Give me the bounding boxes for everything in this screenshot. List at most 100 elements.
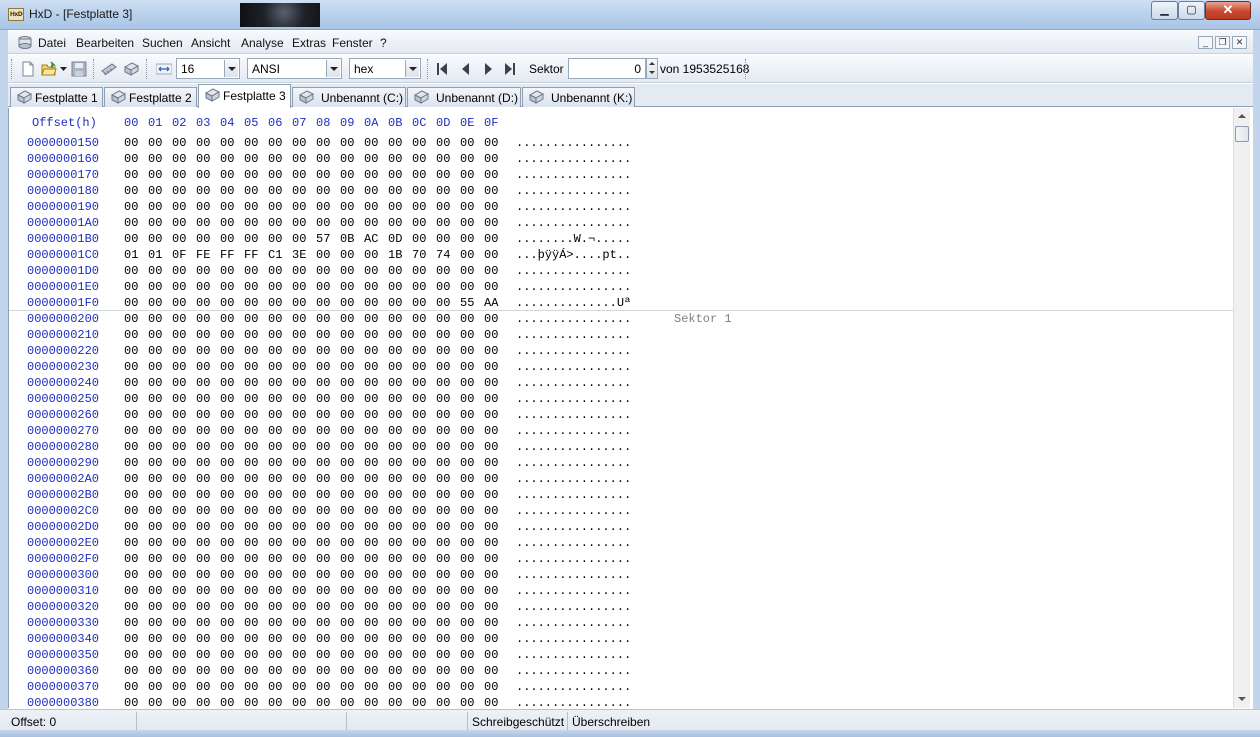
hex-byte[interactable]: 00 bbox=[244, 136, 258, 150]
tab-festplatte-3[interactable]: Festplatte 3 bbox=[198, 84, 291, 108]
hex-byte[interactable]: 00 bbox=[388, 392, 402, 406]
hex-byte[interactable]: 00 bbox=[316, 424, 330, 438]
hex-byte[interactable]: 00 bbox=[268, 472, 282, 486]
hex-byte[interactable]: 00 bbox=[340, 344, 354, 358]
hex-row[interactable]: 0000000250 00 00 00 00 00 00 00 00 00 00 00 00 00 00 00… bbox=[9, 390, 1229, 406]
hex-byte[interactable]: 00 bbox=[388, 264, 402, 278]
hex-byte[interactable]: 00 bbox=[124, 504, 138, 518]
hex-byte[interactable]: 00 bbox=[364, 344, 378, 358]
ascii-text[interactable]: ................ bbox=[516, 600, 631, 614]
hex-byte[interactable]: 00 bbox=[316, 456, 330, 470]
hex-byte[interactable]: 0D bbox=[388, 232, 402, 246]
hex-byte[interactable]: 00 bbox=[364, 152, 378, 166]
hex-byte[interactable]: 00 bbox=[292, 616, 306, 630]
hex-byte[interactable]: 00 bbox=[124, 456, 138, 470]
hex-byte[interactable]: 00 bbox=[436, 168, 450, 182]
hex-byte[interactable]: 00 bbox=[172, 632, 186, 646]
hex-byte[interactable]: 00 bbox=[148, 200, 162, 214]
hex-row[interactable]: 0000000160 00 00 00 00 00 00 00 00 00 00 00 00 00 00 00… bbox=[9, 150, 1229, 166]
hex-byte[interactable]: 00 bbox=[148, 568, 162, 582]
ascii-text[interactable]: ................ bbox=[516, 280, 631, 294]
hex-byte[interactable]: 00 bbox=[388, 408, 402, 422]
hex-byte[interactable]: 00 bbox=[436, 680, 450, 694]
hex-byte[interactable]: 00 bbox=[268, 344, 282, 358]
hex-byte[interactable]: 00 bbox=[148, 216, 162, 230]
hex-byte[interactable]: 00 bbox=[316, 536, 330, 550]
hex-byte[interactable]: 00 bbox=[364, 312, 378, 326]
hex-byte[interactable]: 00 bbox=[220, 408, 234, 422]
hex-byte[interactable]: 00 bbox=[220, 312, 234, 326]
hex-byte[interactable]: 00 bbox=[244, 360, 258, 374]
hex-byte[interactable]: 00 bbox=[364, 424, 378, 438]
hex-byte[interactable]: 00 bbox=[220, 168, 234, 182]
disk-icon[interactable] bbox=[123, 61, 139, 77]
hex-byte[interactable]: 00 bbox=[388, 152, 402, 166]
tab-unbenannt-k[interactable]: Unbenannt (K:) bbox=[522, 87, 635, 107]
hex-byte[interactable]: 00 bbox=[484, 136, 498, 150]
hex-byte[interactable]: 00 bbox=[388, 504, 402, 518]
hex-byte[interactable]: 00 bbox=[484, 248, 498, 262]
hex-byte[interactable]: 0B bbox=[340, 232, 354, 246]
hex-byte[interactable]: 00 bbox=[124, 664, 138, 678]
hex-byte[interactable]: 00 bbox=[244, 232, 258, 246]
hex-byte[interactable]: 00 bbox=[196, 616, 210, 630]
next-sector-icon[interactable] bbox=[482, 62, 494, 76]
hex-byte[interactable]: 00 bbox=[244, 280, 258, 294]
hex-byte[interactable]: 00 bbox=[148, 440, 162, 454]
hex-byte[interactable]: 00 bbox=[436, 488, 450, 502]
hex-byte[interactable]: 00 bbox=[412, 472, 426, 486]
hex-byte[interactable]: 00 bbox=[268, 456, 282, 470]
hex-byte[interactable]: 00 bbox=[436, 232, 450, 246]
hex-row[interactable]: 0000000380 00 00 00 00 00 00 00 00 00 00 00 00 00 00 00… bbox=[9, 694, 1229, 708]
hex-row[interactable]: 0000000360 00 00 00 00 00 00 00 00 00 00 00 00 00 00 00… bbox=[9, 662, 1229, 678]
hex-byte[interactable]: 00 bbox=[292, 184, 306, 198]
hex-byte[interactable]: 00 bbox=[340, 472, 354, 486]
hex-byte[interactable]: 00 bbox=[484, 184, 498, 198]
hex-byte[interactable]: 00 bbox=[364, 664, 378, 678]
hex-byte[interactable]: 00 bbox=[436, 648, 450, 662]
hex-editor-view[interactable]: Offset(h) 00 01 02 03 04 05 06 07 08 09 0A 0B 0C 0D 0E… bbox=[8, 108, 1253, 708]
hex-byte[interactable]: 00 bbox=[292, 456, 306, 470]
hex-byte[interactable]: 00 bbox=[316, 184, 330, 198]
hex-byte[interactable]: 00 bbox=[148, 168, 162, 182]
hex-byte[interactable]: 00 bbox=[460, 584, 474, 598]
hex-byte[interactable]: 00 bbox=[196, 136, 210, 150]
hex-byte[interactable]: 00 bbox=[196, 152, 210, 166]
hex-byte[interactable]: 00 bbox=[436, 344, 450, 358]
hex-byte[interactable]: 00 bbox=[268, 312, 282, 326]
hex-byte[interactable]: 00 bbox=[316, 472, 330, 486]
hex-byte[interactable]: 00 bbox=[244, 632, 258, 646]
hex-row[interactable]: 0000000310 00 00 00 00 00 00 00 00 00 00 00 00 00 00 00… bbox=[9, 582, 1229, 598]
hex-byte[interactable]: 00 bbox=[412, 664, 426, 678]
first-sector-icon[interactable] bbox=[436, 62, 448, 76]
hex-byte[interactable]: 00 bbox=[364, 248, 378, 262]
hex-byte[interactable]: 00 bbox=[484, 504, 498, 518]
hex-byte[interactable]: 00 bbox=[196, 328, 210, 342]
hex-byte[interactable]: 00 bbox=[172, 568, 186, 582]
hex-byte[interactable]: 00 bbox=[436, 200, 450, 214]
hex-byte[interactable]: 00 bbox=[124, 440, 138, 454]
hex-byte[interactable]: 00 bbox=[124, 648, 138, 662]
mdi-close-button[interactable]: ✕ bbox=[1232, 36, 1247, 49]
hex-byte[interactable]: 00 bbox=[484, 168, 498, 182]
hex-byte[interactable]: 00 bbox=[268, 280, 282, 294]
hex-byte[interactable]: 00 bbox=[388, 632, 402, 646]
hex-byte[interactable]: 00 bbox=[268, 264, 282, 278]
hex-byte[interactable]: 00 bbox=[148, 376, 162, 390]
open-dropdown-arrow-icon[interactable] bbox=[60, 67, 67, 72]
hex-byte[interactable]: 00 bbox=[196, 344, 210, 358]
hex-byte[interactable]: 00 bbox=[340, 424, 354, 438]
hex-byte[interactable]: 00 bbox=[148, 392, 162, 406]
hex-byte[interactable]: 00 bbox=[268, 664, 282, 678]
hex-byte[interactable]: 00 bbox=[412, 520, 426, 534]
hex-byte[interactable]: 00 bbox=[124, 184, 138, 198]
hex-byte[interactable]: 00 bbox=[268, 408, 282, 422]
hex-byte[interactable]: 00 bbox=[436, 472, 450, 486]
hex-byte[interactable]: 00 bbox=[220, 680, 234, 694]
hex-byte[interactable]: 00 bbox=[148, 280, 162, 294]
hex-byte[interactable]: 00 bbox=[292, 680, 306, 694]
hex-byte[interactable]: 00 bbox=[412, 680, 426, 694]
ascii-text[interactable]: ........W.¬..... bbox=[516, 232, 631, 246]
hex-byte[interactable]: 00 bbox=[244, 216, 258, 230]
hex-byte[interactable]: 00 bbox=[460, 344, 474, 358]
